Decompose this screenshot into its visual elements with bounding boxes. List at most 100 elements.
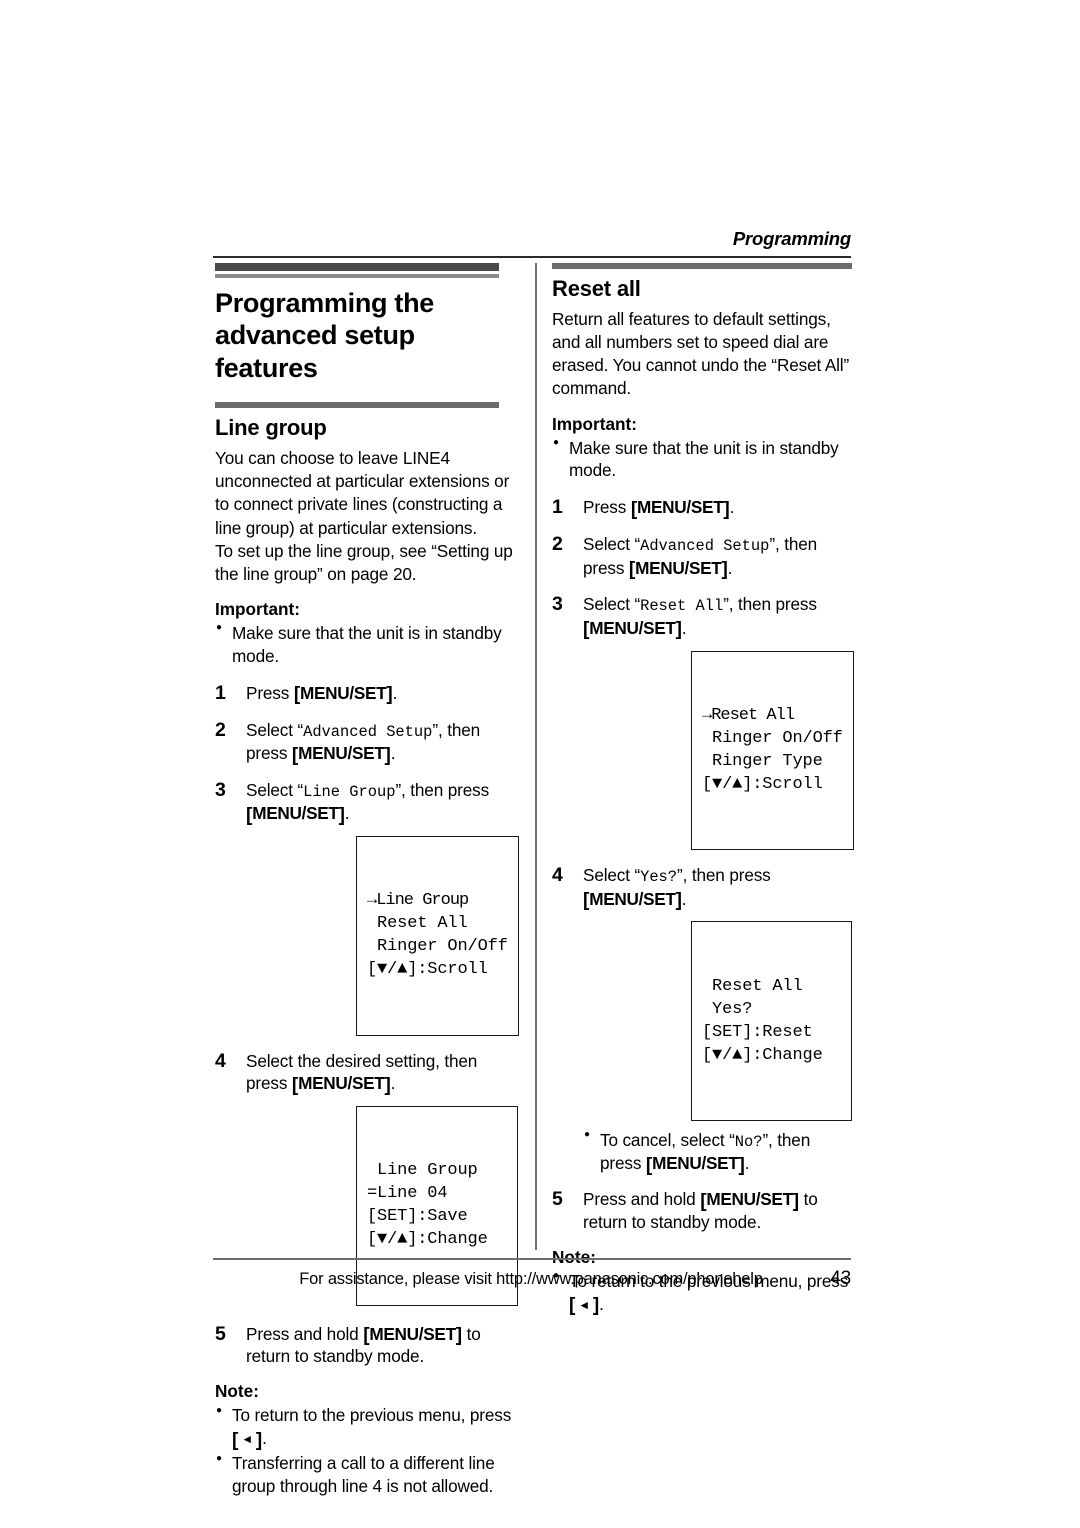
step-text-mid: ”, then press xyxy=(395,779,490,800)
key-menu-set: [MENU/SET] xyxy=(630,497,730,520)
key-menu-set: [MENU/SET] xyxy=(291,1073,391,1096)
step-text-mid: ”, then press xyxy=(723,594,817,615)
list-item: Make sure that the unit is in standby mo… xyxy=(552,436,852,483)
step-text-post: . xyxy=(392,682,398,703)
menu-item-name: Line Group xyxy=(303,782,396,801)
bracket-open-icon: [ xyxy=(700,1190,707,1212)
lcd-line: [▼/▲]:Change xyxy=(367,1230,488,1250)
bracket-close-icon: ] xyxy=(723,498,730,520)
lcd-display-reset-all-menu: →Reset All Ringer On/Off Ringer Type [▼/▲… xyxy=(691,650,854,851)
section-rule-reset-all xyxy=(552,263,852,269)
list-item: To cancel, select “No?”, then press [MEN… xyxy=(583,1128,852,1176)
step-number: 5 xyxy=(215,1322,226,1345)
lcd-wrap: Reset All Yes? [SET]:Reset [▼/▲]:Change xyxy=(583,910,852,1121)
lcd-line: Line Group xyxy=(367,1161,478,1181)
page-number: 43 xyxy=(830,1268,851,1289)
step-item: 2 Select “Advanced Setup”, then press [ME… xyxy=(552,533,852,579)
step-text-pre: Press xyxy=(583,497,631,518)
lcd-line: [▼/▲]:Scroll xyxy=(702,775,823,794)
footer: For assistance, please visit http://www.… xyxy=(213,1266,851,1292)
step-text-pre: Press and hold xyxy=(583,1189,701,1210)
manual-page: Programming Programming the advanced set… xyxy=(0,0,1080,1528)
list-item: Transferring a call to a different line … xyxy=(215,1452,518,1498)
bracket-close-icon: ] xyxy=(675,890,682,912)
bracket-open-icon: [ xyxy=(291,1074,299,1096)
chapter-rule-thick xyxy=(215,263,499,271)
bracket-close-icon: ] xyxy=(792,1190,799,1212)
cancel-text-pre: To cancel, select “ xyxy=(600,1129,735,1150)
important-bullets-left: Make sure that the unit is in standby mo… xyxy=(215,621,518,668)
note-text-post: . xyxy=(262,1428,267,1449)
step-text-pre: Select “ xyxy=(583,534,641,555)
step-number: 5 xyxy=(552,1188,563,1211)
menu-item-name: No? xyxy=(734,1132,763,1151)
step-item: 1 Press [MENU/SET]. xyxy=(552,496,852,519)
step-text-pre: Select “ xyxy=(246,779,304,800)
key-menu-set: [MENU/SET] xyxy=(583,888,682,912)
bracket-open-icon: [ xyxy=(246,804,253,826)
step-item: 3 Select “Reset All”, then press [MENU/SE… xyxy=(552,593,854,851)
step-item: 5 Press and hold [MENU/SET] to return to … xyxy=(552,1188,852,1234)
cancel-text-post: . xyxy=(744,1153,750,1174)
key-menu-set: [MENU/SET] xyxy=(246,803,345,826)
step-item: 5 Press and hold [MENU/SET] to return to … xyxy=(215,1323,518,1369)
line-group-intro: You can choose to leave LINE4 unconnecte… xyxy=(215,448,513,584)
menu-item-name: Advanced Setup xyxy=(640,537,770,556)
step-number: 3 xyxy=(552,593,563,616)
menu-item-name: Reset All xyxy=(640,597,724,616)
step-item: 3 Select “Line Group”, then press [MENU/S… xyxy=(215,778,519,1036)
lcd-line: Ringer On/Off xyxy=(367,937,508,957)
lcd-line: →Line Group xyxy=(367,891,469,911)
header-rule xyxy=(213,256,851,258)
key-menu-set: [MENU/SET] xyxy=(363,1323,462,1347)
bracket-close-icon: ] xyxy=(384,1074,391,1096)
bracket-close-icon: ] xyxy=(384,744,391,766)
step-text-pre: Select “ xyxy=(583,865,641,886)
step-number: 2 xyxy=(215,718,226,741)
lcd-display-reset-all-confirm: Reset All Yes? [SET]:Reset [▼/▲]:Change xyxy=(691,921,852,1121)
bracket-close-icon: ] xyxy=(338,804,345,826)
chapter-rule-thin xyxy=(215,274,499,278)
important-bullets-right: Make sure that the unit is in standby mo… xyxy=(552,436,852,483)
lcd-line: [▼/▲]:Scroll xyxy=(367,960,488,980)
step-text-pre: Press and hold xyxy=(246,1323,364,1344)
section-title-reset-all: Reset all xyxy=(552,276,641,301)
footer-assistance-text: For assistance, please visit http://www.… xyxy=(299,1269,763,1288)
step-number: 2 xyxy=(552,533,563,556)
bracket-open-icon: [ xyxy=(293,684,300,706)
lcd-line: [SET]:Reset xyxy=(702,1022,813,1042)
bracket-open-icon: [ xyxy=(363,1325,370,1347)
step-text-post: . xyxy=(729,497,735,518)
note-text-pre: To return to the previous menu, press xyxy=(232,1405,512,1426)
lcd-line: [SET]:Save xyxy=(367,1207,468,1227)
step-number: 1 xyxy=(552,496,563,519)
lcd-line: Ringer On/Off xyxy=(702,728,843,748)
step-text-post: . xyxy=(390,743,396,764)
step-number: 3 xyxy=(215,778,226,801)
step-text-pre: Select “ xyxy=(583,594,641,615)
triangle-left-icon: ◄ xyxy=(241,1432,253,1447)
step-text-post: . xyxy=(344,803,350,824)
step-number: 1 xyxy=(215,681,226,704)
bracket-close-icon: ] xyxy=(721,559,728,581)
bracket-open-icon: [ xyxy=(645,1154,653,1176)
list-item: Make sure that the unit is in standby mo… xyxy=(215,621,518,668)
step-text-pre: Select “ xyxy=(246,719,304,740)
chapter-title: Programming the advanced setup features xyxy=(215,288,435,383)
steps-reset-all: 1 Press [MENU/SET]. 2 Select “Advanced Set… xyxy=(552,496,854,1234)
bracket-open-icon: [ xyxy=(583,619,590,641)
note-text-post: . xyxy=(599,1293,604,1314)
step-number: 4 xyxy=(215,1049,226,1072)
right-column: Reset all Return all features to default… xyxy=(552,263,854,1316)
footer-rule xyxy=(213,1258,851,1260)
bracket-close-icon: ] xyxy=(386,684,393,706)
note-label-left: Note: xyxy=(215,1381,259,1402)
lcd-line: Reset All xyxy=(702,976,803,996)
lcd-line: Yes? xyxy=(702,999,753,1019)
step-item: 2 Select “Advanced Setup”, then press [ME… xyxy=(215,719,518,765)
important-label-left: Important: xyxy=(215,598,300,619)
menu-item-name: Advanced Setup xyxy=(303,722,433,741)
note-bullets-left: To return to the previous menu, press [◄… xyxy=(215,1404,518,1498)
key-menu-set: [MENU/SET] xyxy=(645,1153,745,1176)
key-menu-set: [MENU/SET] xyxy=(583,617,682,641)
